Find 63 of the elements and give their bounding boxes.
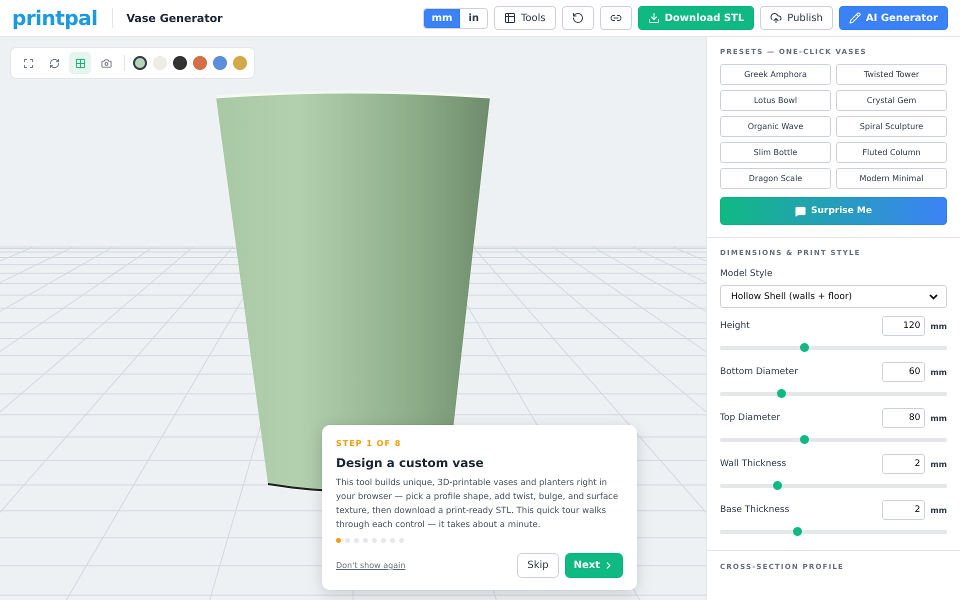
unit-label: mm xyxy=(930,414,947,422)
unit-label: mm xyxy=(930,368,947,376)
fullscreen-icon xyxy=(22,58,34,68)
pencil-icon xyxy=(848,12,861,24)
rotate-icon xyxy=(48,58,60,68)
page-title: Vase Generator xyxy=(126,12,224,24)
color-swatch[interactable] xyxy=(173,56,187,70)
color-swatch[interactable] xyxy=(133,56,147,70)
download-icon xyxy=(648,12,660,24)
preset-button[interactable]: Twisted Tower xyxy=(836,64,947,85)
tour-title: Design a custom vase xyxy=(336,456,485,470)
unit-label: mm xyxy=(930,506,947,514)
undo-button[interactable] xyxy=(562,6,594,30)
unit-label: mm xyxy=(930,322,947,330)
preset-button[interactable]: Lotus Bowl xyxy=(720,90,831,111)
publish-button[interactable]: Publish xyxy=(760,6,833,30)
color-swatch[interactable] xyxy=(233,56,247,70)
color-swatch[interactable] xyxy=(193,56,207,70)
tools-button[interactable]: Tools xyxy=(494,6,556,30)
preset-button[interactable]: Greek Amphora xyxy=(720,64,831,85)
chevron-down-icon xyxy=(929,294,938,300)
preset-button[interactable]: Organic Wave xyxy=(720,116,831,137)
number-field[interactable]: 2 xyxy=(882,454,926,474)
number-field[interactable]: 2 xyxy=(882,500,926,520)
number-field[interactable]: 80 xyxy=(882,408,926,428)
ai-button[interactable]: AI Generator xyxy=(838,6,948,30)
field-label: Base Thickness xyxy=(720,505,790,515)
slider-thumb[interactable] xyxy=(772,481,782,490)
preset-button[interactable]: Modern Minimal xyxy=(836,168,947,189)
skip-button[interactable]: Skip xyxy=(517,553,559,578)
grid-icon xyxy=(74,58,86,68)
field-label: Bottom Diameter xyxy=(720,367,798,377)
unit-label: mm xyxy=(930,460,947,468)
field-label: Height xyxy=(720,321,750,331)
preset-button[interactable]: Dragon Scale xyxy=(720,168,831,189)
cloud-upload-icon xyxy=(770,12,782,24)
step-counter: STEP 1 OF 8 xyxy=(336,439,402,448)
grid-button[interactable] xyxy=(69,52,91,74)
camera-icon xyxy=(100,58,112,68)
color-swatch[interactable] xyxy=(213,56,227,70)
chat-icon xyxy=(795,206,806,216)
field-label: Model Style xyxy=(720,269,774,279)
number-field[interactable]: 120 xyxy=(882,316,926,336)
slider-thumb[interactable] xyxy=(800,343,809,352)
model-style-select[interactable]: Hollow Shell (walls + floor) xyxy=(720,285,947,308)
undo-icon xyxy=(572,12,584,24)
table-icon xyxy=(504,12,516,24)
preset-button[interactable]: Crystal Gem xyxy=(836,90,947,111)
field-label: Wall Thickness xyxy=(720,459,786,469)
slider-thumb[interactable] xyxy=(777,389,786,398)
slider-thumb[interactable] xyxy=(793,527,802,536)
preset-button[interactable]: Spiral Sculpture xyxy=(836,116,947,137)
link-icon xyxy=(610,12,622,24)
slider-thumb[interactable] xyxy=(800,435,809,444)
field-label: Top Diameter xyxy=(720,413,780,423)
number-field[interactable]: 60 xyxy=(882,362,926,382)
preset-button[interactable]: Slim Bottle xyxy=(720,142,831,163)
tour-description: This tool builds unique, 3D-printable vases and planters right in your browser — pick a profile shape, add twist, bulge, and surface texture, then download a print-ready STL. This quick tour walks through each control — it takes about a minute. xyxy=(336,477,620,532)
unit-option[interactable]: mm xyxy=(424,8,460,28)
preset-button[interactable]: Fluted Column xyxy=(836,142,947,163)
dont-show-again-link[interactable]: Don't show again xyxy=(336,561,512,570)
color-swatch[interactable] xyxy=(153,56,167,70)
link-button[interactable] xyxy=(600,6,632,30)
